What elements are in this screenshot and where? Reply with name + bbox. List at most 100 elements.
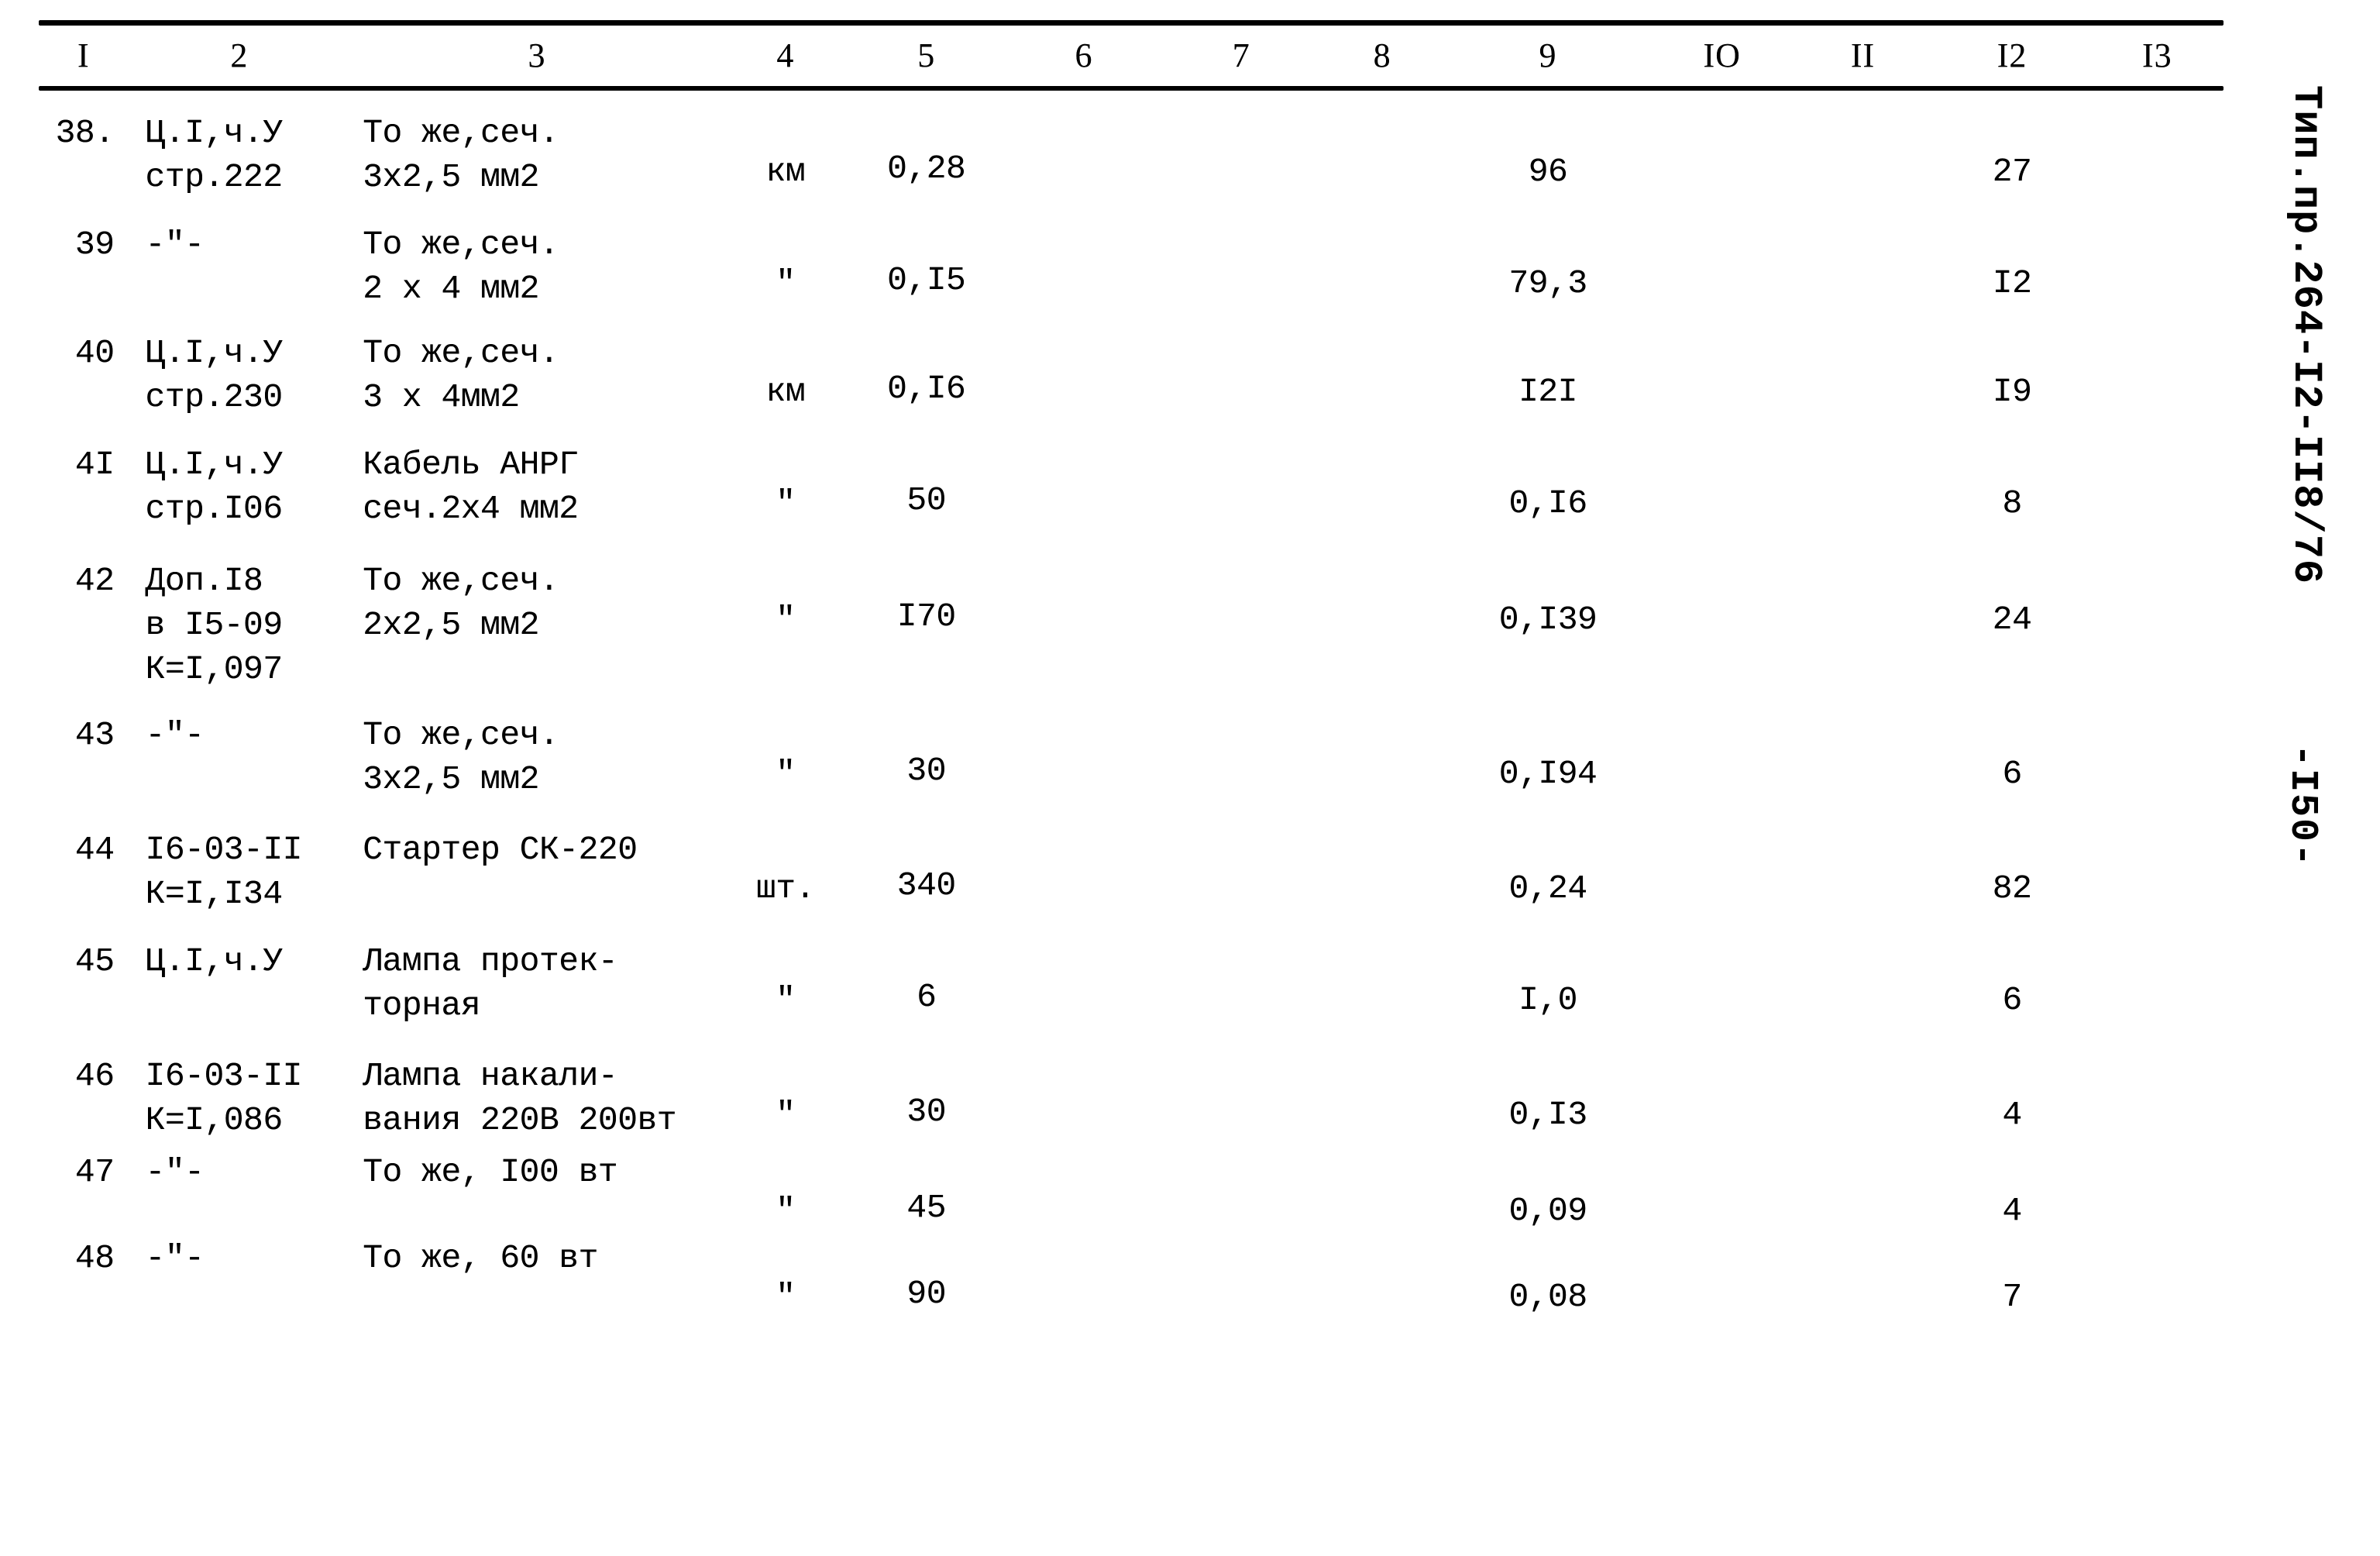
row-value-col6 <box>1005 801 1162 916</box>
row-value-col12: 8 <box>2002 484 2022 522</box>
row-value-col13 <box>2091 531 2224 691</box>
row-value-col5: 340 <box>896 866 956 904</box>
row-value-col8 <box>1320 91 1444 199</box>
row-value-col7 <box>1163 691 1320 801</box>
column-header-row: I 2 3 4 5 6 7 8 9 IO II I2 I3 <box>39 26 2224 86</box>
row-value-col11 <box>1793 419 1934 531</box>
row-reference-cell: -"- <box>145 716 205 754</box>
row-value-col5: 0,I6 <box>887 370 966 408</box>
row-value-col6 <box>1005 691 1162 801</box>
row-value-col7 <box>1163 91 1320 199</box>
row-value-col7 <box>1163 1028 1320 1142</box>
row-value-col10 <box>1652 199 1793 311</box>
row-description-cell: Лампа протек- торная <box>363 942 618 1024</box>
row-value-col10 <box>1652 91 1793 199</box>
row-unit-cell: " <box>776 755 796 793</box>
row-value-col7 <box>1163 1142 1320 1233</box>
row-unit-cell: " <box>776 484 796 522</box>
row-value-col8 <box>1320 1142 1444 1233</box>
table-row: 48 -"- То же, 60 вт " 90 0,08 7 <box>39 1233 2224 1319</box>
row-unit-cell: км <box>765 153 806 191</box>
table-row: 43 -"- То же,сеч. 3х2,5 мм2 " 30 0,I94 6 <box>39 691 2224 801</box>
row-value-col9: I,0 <box>1518 981 1577 1019</box>
row-reference-cell: I6-03-II К=I,I34 <box>145 831 303 913</box>
row-value-col9: 0,24 <box>1508 869 1587 907</box>
row-reference-cell: -"- <box>145 1153 205 1191</box>
row-unit-cell: шт. <box>755 869 815 907</box>
row-reference-cell: Ц.I,ч.У стр.230 <box>145 334 284 416</box>
row-value-col9: 0,09 <box>1508 1192 1587 1230</box>
row-value-col13 <box>2091 1028 2224 1142</box>
row-value-col8 <box>1320 691 1444 801</box>
row-unit-cell: " <box>776 1192 796 1230</box>
row-value-col8 <box>1320 801 1444 916</box>
row-number-cell: 39 <box>74 225 115 263</box>
row-value-col11 <box>1793 801 1934 916</box>
column-header-11: II <box>1850 36 1876 74</box>
row-value-col11 <box>1793 91 1934 199</box>
row-description-cell: Стартер СК-220 <box>363 831 638 869</box>
table-row: 40 Ц.I,ч.У стр.230 То же,сеч. 3 х 4мм2 км 0,… <box>39 311 2224 419</box>
row-value-col7 <box>1163 199 1320 311</box>
row-description-cell: То же,сеч. 3х2,5 мм2 <box>363 716 559 798</box>
column-header-12: I2 <box>1997 36 2027 74</box>
row-value-col6 <box>1005 1028 1162 1142</box>
row-value-col10 <box>1652 311 1793 419</box>
row-value-col9: 0,08 <box>1508 1278 1587 1316</box>
column-header-6: 6 <box>1075 36 1093 74</box>
row-value-col13 <box>2091 91 2224 199</box>
row-value-col12: 4 <box>2002 1096 2022 1134</box>
row-value-col5: 0,I5 <box>887 261 966 299</box>
row-description-cell: То же,сеч. 2х2,5 мм2 <box>363 562 559 644</box>
row-value-col6 <box>1005 531 1162 691</box>
column-header-13: I3 <box>2142 36 2172 74</box>
column-header-10: IO <box>1703 36 1741 74</box>
row-value-col12: 6 <box>2002 981 2022 1019</box>
row-value-col8 <box>1320 311 1444 419</box>
row-value-col9: 0,I3 <box>1508 1096 1587 1134</box>
row-value-col13 <box>2091 916 2224 1028</box>
column-header-2: 2 <box>230 36 249 74</box>
row-number-cell: 46 <box>74 1057 115 1095</box>
row-value-col9: 0,I94 <box>1498 755 1598 793</box>
row-value-col11 <box>1793 311 1934 419</box>
row-number-cell: 40 <box>74 334 115 372</box>
row-value-col12: 7 <box>2002 1278 2022 1316</box>
row-value-col10 <box>1652 691 1793 801</box>
row-description-cell: То же, I00 вт <box>363 1153 618 1191</box>
table-row: 42 Доп.I8 в I5-09 К=I,097 То же,сеч. 2х2,5… <box>39 531 2224 691</box>
row-description-cell: То же, 60 вт <box>363 1239 598 1277</box>
row-value-col10 <box>1652 1028 1793 1142</box>
table-row: 38. Ц.I,ч.У стр.222 То же,сеч. 3х2,5 мм2 км… <box>39 91 2224 199</box>
row-description-cell: То же,сеч. 3 х 4мм2 <box>363 334 559 416</box>
row-value-col13 <box>2091 1233 2224 1319</box>
row-value-col6 <box>1005 91 1162 199</box>
row-value-col13 <box>2091 1142 2224 1233</box>
row-value-col12: I2 <box>1992 264 2032 302</box>
row-value-col11 <box>1793 199 1934 311</box>
row-value-col13 <box>2091 311 2224 419</box>
row-value-col7 <box>1163 419 1320 531</box>
table-row: 44 I6-03-II К=I,I34 Стартер СК-220 шт. 340 0,… <box>39 801 2224 916</box>
row-value-col5: 90 <box>906 1275 947 1313</box>
row-unit-cell: " <box>776 264 796 302</box>
row-value-col6 <box>1005 419 1162 531</box>
column-header-1: I <box>77 36 90 74</box>
row-value-col11 <box>1793 1233 1934 1319</box>
row-value-col9: 79,3 <box>1508 264 1587 302</box>
table-row: 4I Ц.I,ч.У стр.I06 Кабель АНРГ сеч.2х4 мм2… <box>39 419 2224 531</box>
row-value-col8 <box>1320 199 1444 311</box>
row-value-col10 <box>1652 531 1793 691</box>
row-value-col6 <box>1005 916 1162 1028</box>
row-value-col12: 27 <box>1992 153 2032 191</box>
row-value-col10 <box>1652 419 1793 531</box>
table-row: 45 Ц.I,ч.У Лампа протек- торная " 6 I,0 6 <box>39 916 2224 1028</box>
column-header-4: 4 <box>776 36 795 74</box>
row-number-cell: 38. <box>55 114 115 152</box>
row-number-cell: 47 <box>74 1153 115 1191</box>
row-value-col8 <box>1320 1028 1444 1142</box>
row-value-col7 <box>1163 1233 1320 1319</box>
row-reference-cell: -"- <box>145 225 205 263</box>
row-value-col10 <box>1652 1233 1793 1319</box>
document-code-vertical-label: Тип.пр.264-I2-II8/76 <box>2283 85 2329 585</box>
